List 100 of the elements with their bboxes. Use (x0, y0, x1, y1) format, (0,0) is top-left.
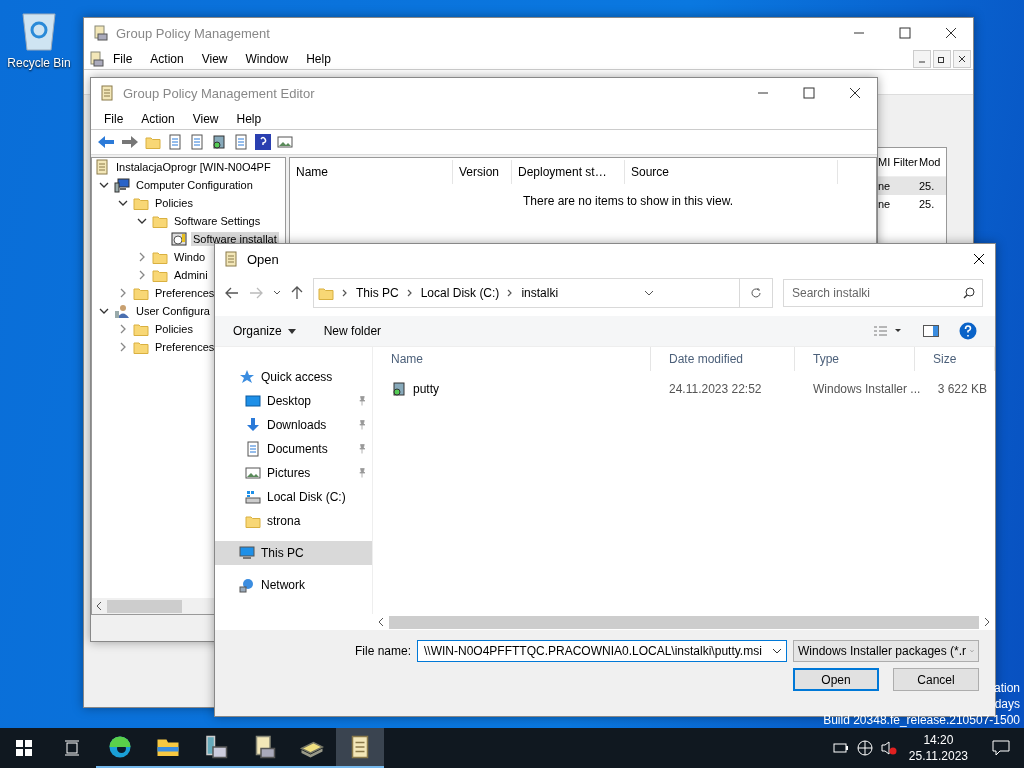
nav-item[interactable]: Local Disk (C:) (215, 485, 372, 509)
nav-item[interactable]: Pictures (215, 461, 372, 485)
menu-item[interactable]: Window (236, 51, 298, 66)
tree-item[interactable]: User Configura (134, 304, 212, 318)
tree-item[interactable]: Software Settings (172, 214, 263, 228)
column-header[interactable]: Name (373, 347, 651, 371)
close-icon[interactable] (958, 54, 966, 63)
close-icon[interactable] (945, 27, 957, 39)
nav-item[interactable]: Documents (215, 437, 372, 461)
dropdown-caret-icon[interactable] (772, 648, 782, 654)
tree-item[interactable]: Policies (153, 196, 195, 210)
expand-chevron-icon[interactable] (137, 252, 147, 262)
column-header[interactable]: MI Filter (878, 156, 916, 168)
expand-chevron-icon[interactable] (118, 342, 128, 352)
collapse-chevron-icon[interactable] (137, 216, 147, 226)
clock[interactable]: 14:20 25.11.2023 (908, 732, 968, 764)
column-header[interactable]: Date modified (651, 347, 795, 371)
nav-item[interactable]: This PC (215, 541, 372, 565)
preview-pane-icon[interactable] (923, 325, 939, 337)
command-button[interactable]: New folder (323, 324, 382, 338)
scroll-right-icon[interactable] (983, 618, 991, 626)
column-header[interactable]: Version (453, 160, 512, 184)
address-bar[interactable]: This PC Local Disk (C:) instalki (313, 278, 773, 308)
collapse-chevron-icon[interactable] (118, 198, 128, 208)
task-view-icon[interactable] (64, 740, 80, 756)
view-options-icon[interactable] (873, 325, 903, 337)
expand-chevron-icon[interactable] (118, 288, 128, 298)
file-type-dropdown[interactable]: Windows Installer packages (*.r (793, 640, 979, 662)
tree-item[interactable]: Windo (172, 250, 208, 264)
up-arrow-icon[interactable] (291, 286, 303, 300)
menu-item[interactable]: View (192, 51, 237, 66)
column-header[interactable]: Size (915, 347, 995, 371)
help-icon[interactable] (255, 134, 271, 150)
menu-item[interactable]: Action (132, 111, 184, 126)
back-arrow-icon[interactable] (97, 134, 115, 150)
scrollbar-thumb[interactable] (389, 615, 979, 629)
collapse-chevron-icon[interactable] (99, 180, 109, 190)
dialog-button[interactable]: Cancel (893, 668, 979, 691)
menu-item[interactable]: Help (227, 111, 271, 126)
maximize-icon[interactable] (899, 27, 911, 39)
file-name-field[interactable]: \\WIN-N0O4PFFTTQC.PRACOWNIA0.LOCAL\instalki\putty.msi (417, 640, 787, 662)
breadcrumb-item[interactable]: This PC (356, 286, 399, 300)
dropdown-caret-icon[interactable] (643, 290, 654, 296)
maximize-icon[interactable] (803, 87, 815, 99)
close-button[interactable] (953, 49, 971, 68)
column-header[interactable]: Source (625, 160, 838, 184)
help-icon[interactable] (959, 322, 977, 340)
close-icon[interactable] (849, 87, 861, 99)
menu-item[interactable]: Action (141, 51, 193, 66)
tree-item[interactable]: Software installat (191, 232, 279, 246)
column-header[interactable]: Deployment st… (512, 160, 625, 184)
power-icon[interactable] (832, 742, 849, 754)
nav-item[interactable]: Quick access (215, 365, 372, 389)
dropdown-caret-icon[interactable] (273, 290, 281, 296)
menu-item[interactable]: File (104, 51, 142, 66)
list-row[interactable]: ne 25. (878, 177, 946, 195)
tree-item[interactable]: Preferences (153, 340, 217, 354)
search-field[interactable]: Search instalki (783, 279, 983, 307)
tree-item[interactable]: InstalacjaOprogr [WIN-N0O4PF (114, 160, 273, 174)
taskbar-app[interactable] (336, 728, 384, 768)
globe-icon[interactable] (856, 740, 873, 756)
list-row[interactable]: ne 25. (878, 195, 946, 213)
menu-item[interactable]: View (183, 111, 228, 126)
close-icon[interactable] (973, 253, 985, 265)
desktop-icon-label[interactable]: Recycle Bin (7, 56, 71, 70)
forward-arrow-icon[interactable] (121, 134, 139, 150)
menu-item[interactable]: Help (297, 51, 340, 66)
muted-speaker-icon[interactable] (880, 740, 897, 756)
file-row[interactable]: putty 24.11.2023 22:52 Windows Installer ... 3 622 KB (373, 377, 995, 401)
expand-chevron-icon[interactable] (137, 270, 147, 280)
scroll-left-icon[interactable] (377, 618, 385, 626)
search-icon[interactable] (963, 287, 975, 299)
chevron-right-icon[interactable] (507, 289, 514, 297)
menu-item[interactable]: File (95, 111, 133, 126)
scrollbar-thumb[interactable] (107, 599, 182, 613)
column-header[interactable]: Name (290, 160, 453, 184)
restore-button[interactable] (933, 49, 951, 68)
tree-item[interactable]: Preferences (153, 286, 217, 300)
back-arrow-icon[interactable] (225, 287, 239, 299)
scroll-left-icon[interactable] (95, 602, 103, 610)
nav-item[interactable]: Desktop (215, 389, 372, 413)
chevron-right-icon[interactable] (342, 289, 348, 297)
nav-item[interactable]: Downloads (215, 413, 372, 437)
chevron-right-icon[interactable] (406, 289, 413, 297)
dialog-button[interactable]: Open (793, 668, 879, 691)
tree-item[interactable]: Policies (153, 322, 195, 336)
command-button[interactable]: Organize (233, 324, 296, 338)
tree-item[interactable]: Computer Configuration (134, 178, 255, 192)
start-icon[interactable] (16, 740, 32, 756)
collapse-chevron-icon[interactable] (99, 306, 109, 316)
expand-chevron-icon[interactable] (118, 324, 128, 334)
nav-item[interactable]: Network (215, 573, 372, 597)
breadcrumb-item[interactable]: Local Disk (C:) (420, 286, 500, 300)
caret-icon[interactable] (287, 328, 296, 334)
restore-icon[interactable] (938, 54, 946, 63)
nav-item[interactable]: strona (215, 509, 372, 533)
breadcrumb-item[interactable]: instalki (521, 286, 559, 300)
tree-item[interactable]: Admini (172, 268, 210, 282)
column-header[interactable]: Type (795, 347, 915, 371)
notification-icon[interactable] (992, 740, 1010, 756)
